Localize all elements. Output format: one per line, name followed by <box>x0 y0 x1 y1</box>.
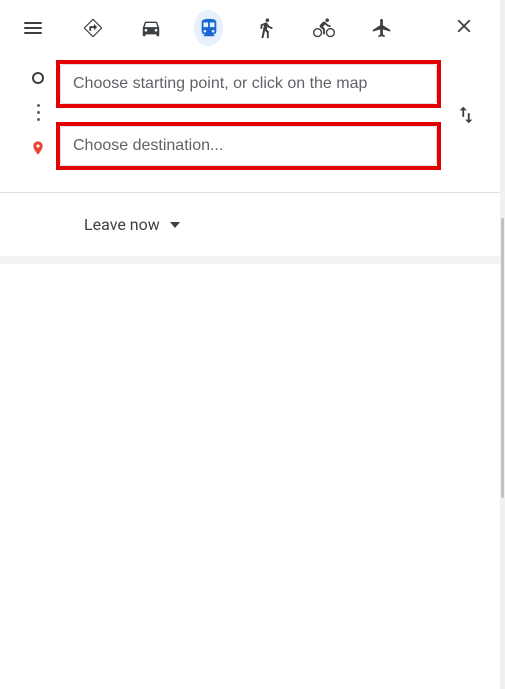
schedule-label: Leave now <box>84 215 160 234</box>
destination-input-highlight <box>56 122 441 170</box>
transit-icon <box>198 17 220 39</box>
plane-icon <box>371 17 393 39</box>
scrollbar-thumb[interactable] <box>501 218 504 498</box>
bike-icon <box>313 17 335 39</box>
swap-icon <box>455 104 477 126</box>
mode-driving[interactable] <box>136 10 166 46</box>
close-button[interactable] <box>453 15 475 41</box>
section-divider <box>0 256 505 264</box>
destination-input[interactable] <box>60 126 437 166</box>
mode-cycling[interactable] <box>309 10 339 46</box>
mode-flights[interactable] <box>367 10 397 46</box>
car-icon <box>140 17 162 39</box>
start-input[interactable] <box>60 64 437 104</box>
destination-marker-icon <box>30 140 46 160</box>
menu-button[interactable] <box>24 22 42 34</box>
route-dots-icon <box>37 104 40 121</box>
waypoint-indicators <box>20 60 56 170</box>
directions-icon <box>82 17 104 39</box>
scrollbar[interactable] <box>500 0 505 689</box>
start-input-highlight <box>56 60 441 108</box>
mode-best[interactable] <box>78 10 108 46</box>
mode-transit[interactable] <box>194 10 224 46</box>
start-marker-icon <box>32 72 44 84</box>
chevron-down-icon <box>170 220 180 230</box>
mode-walking[interactable] <box>251 10 281 46</box>
close-icon <box>453 15 475 37</box>
walk-icon <box>255 17 277 39</box>
schedule-dropdown[interactable]: Leave now <box>84 215 180 234</box>
swap-button[interactable] <box>441 60 491 170</box>
